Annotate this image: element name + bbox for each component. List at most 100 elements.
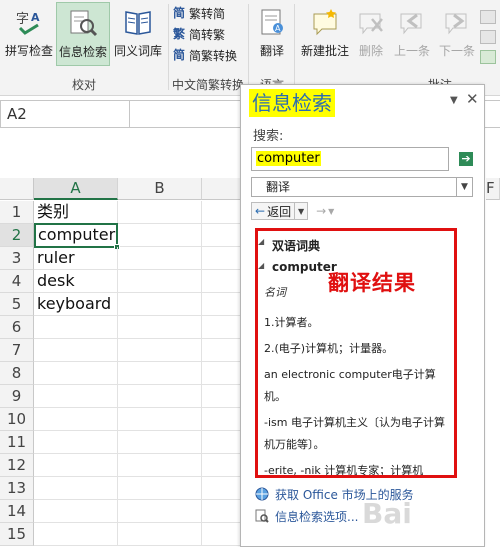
grid-cell[interactable] — [202, 316, 242, 339]
row-header[interactable]: 8 — [0, 362, 34, 385]
cell-a3[interactable]: ruler — [34, 247, 118, 270]
chevron-down-icon[interactable]: ▼ — [456, 178, 472, 196]
grid-cell[interactable] — [202, 385, 242, 408]
row-header[interactable]: 10 — [0, 408, 34, 431]
grid-cell[interactable] — [118, 523, 202, 546]
simp-trad-convert-button[interactable]: 简 简繁转换 — [172, 46, 237, 64]
thesaurus-button[interactable]: 同义词库 — [110, 2, 166, 66]
svg-text:字: 字 — [16, 12, 29, 27]
select-all-corner[interactable] — [0, 178, 34, 200]
back-dropdown-icon[interactable]: ▼ — [295, 202, 309, 220]
grid-cell[interactable] — [202, 201, 242, 224]
grid-cell[interactable] — [202, 339, 242, 362]
new-comment-button[interactable]: 新建批注 — [297, 2, 353, 66]
grid-cell[interactable] — [202, 431, 242, 454]
row-header[interactable]: 2 — [0, 224, 34, 247]
grid-cell[interactable] — [34, 385, 118, 408]
show-ink-icon[interactable] — [480, 50, 496, 64]
row-header[interactable]: 12 — [0, 454, 34, 477]
grid-cell[interactable] — [34, 316, 118, 339]
grid-cell[interactable] — [34, 477, 118, 500]
grid-cell[interactable] — [118, 293, 202, 316]
back-button[interactable]: ← 返回 — [251, 202, 296, 220]
row-header[interactable]: 14 — [0, 500, 34, 523]
row-header[interactable]: 9 — [0, 385, 34, 408]
row-header[interactable]: 5 — [0, 293, 34, 316]
name-box[interactable]: A2 — [0, 100, 130, 128]
source-select-value: 翻译 — [266, 180, 291, 194]
grid-cell[interactable] — [34, 523, 118, 546]
simp-to-trad-icon: 繁 — [172, 27, 185, 41]
translate-button[interactable]: A 翻译 — [252, 2, 292, 66]
pane-title: 信息检索 — [249, 89, 335, 117]
row-header[interactable]: 1 — [0, 201, 34, 224]
cell-a4[interactable]: desk — [34, 270, 118, 293]
grid-cell[interactable] — [118, 201, 202, 224]
delete-comment-label: 删除 — [358, 44, 383, 58]
research-options-link[interactable]: 信息检索选项... — [255, 507, 358, 525]
grid-cell[interactable] — [118, 500, 202, 523]
simp-to-trad-button[interactable]: 繁 简转繁 — [172, 25, 225, 43]
grid-cell[interactable] — [202, 247, 242, 270]
grid-cell[interactable] — [118, 385, 202, 408]
research-icon — [67, 7, 99, 39]
row-header[interactable]: 11 — [0, 431, 34, 454]
grid-cell[interactable] — [202, 477, 242, 500]
grid-cell[interactable] — [202, 500, 242, 523]
grid-cell[interactable] — [202, 523, 242, 546]
research-button[interactable]: 信息检索 — [56, 2, 110, 66]
spell-check-button[interactable]: 字A 拼写检查 — [2, 2, 56, 66]
grid-cell[interactable] — [34, 431, 118, 454]
grid-cell[interactable] — [118, 316, 202, 339]
row-header[interactable]: 3 — [0, 247, 34, 270]
grid-cell[interactable] — [202, 408, 242, 431]
trad-to-simp-button[interactable]: 简 繁转简 — [172, 4, 225, 22]
grid-cell[interactable] — [118, 477, 202, 500]
grid-cell[interactable] — [34, 408, 118, 431]
grid-cell[interactable] — [34, 362, 118, 385]
grid-cell[interactable] — [118, 408, 202, 431]
grid-cell[interactable] — [34, 339, 118, 362]
row-header[interactable]: 7 — [0, 339, 34, 362]
grid-cell[interactable] — [202, 270, 242, 293]
grid-cell[interactable] — [118, 431, 202, 454]
cell-a1[interactable]: 类别 — [34, 201, 118, 224]
new-comment-icon — [309, 6, 341, 38]
prev-comment-button[interactable]: 上一条 — [389, 2, 435, 66]
grid-cell[interactable] — [118, 454, 202, 477]
grid-cell[interactable] — [202, 293, 242, 316]
column-header-c[interactable] — [202, 178, 242, 200]
next-comment-icon — [441, 6, 473, 38]
delete-comment-button[interactable]: 删除 — [353, 2, 389, 66]
grid-cell[interactable] — [202, 362, 242, 385]
forward-arrow-icon[interactable]: → — [316, 204, 326, 218]
cell-a2[interactable]: computer — [34, 223, 118, 248]
forward-dropdown-icon[interactable]: ▼ — [328, 207, 334, 216]
grid-cell[interactable] — [118, 247, 202, 270]
grid-cell[interactable] — [34, 454, 118, 477]
row-header[interactable]: 4 — [0, 270, 34, 293]
close-icon[interactable]: ✕ — [466, 90, 479, 108]
grid-cell[interactable] — [202, 224, 242, 247]
column-header-b[interactable]: B — [118, 178, 202, 200]
row-header[interactable]: 13 — [0, 477, 34, 500]
pane-options-icon[interactable]: ▼ — [450, 95, 458, 106]
grid-cell[interactable] — [118, 362, 202, 385]
show-comment-icon[interactable] — [480, 10, 496, 24]
next-comment-button[interactable]: 下一条 — [435, 2, 479, 66]
grid-cell[interactable] — [118, 339, 202, 362]
grid-cell[interactable] — [118, 224, 202, 247]
grid-cell[interactable] — [34, 500, 118, 523]
cell-a5[interactable]: keyboard — [34, 293, 118, 316]
row-header[interactable]: 15 — [0, 523, 34, 546]
grid-cell[interactable] — [202, 454, 242, 477]
show-all-icon[interactable] — [480, 30, 496, 44]
source-select[interactable]: 翻译 ▼ — [251, 177, 473, 197]
column-header-a[interactable]: A — [34, 178, 118, 200]
results-section-heading[interactable]: ◢ 双语词典 — [258, 237, 450, 254]
row-header[interactable]: 6 — [0, 316, 34, 339]
grid-cell[interactable] — [118, 270, 202, 293]
search-input[interactable]: computer — [251, 147, 449, 171]
search-go-icon[interactable]: ➔ — [459, 152, 473, 166]
column-header-f[interactable]: F — [486, 178, 500, 200]
